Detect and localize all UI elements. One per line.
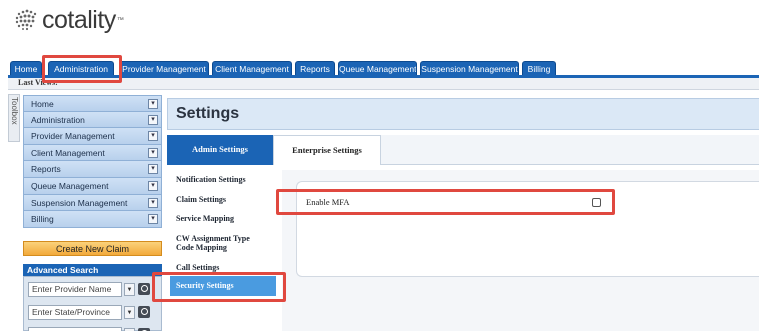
toolbox-label: Toolbox: [10, 97, 19, 125]
chevron-down-icon[interactable]: ▾: [148, 164, 158, 175]
brand-name: cotality: [42, 5, 116, 34]
next-search-row: ▼: [28, 327, 161, 331]
sidebar-item-label: Home: [31, 99, 54, 109]
sidebar-menu: Home ▾ Administration ▾ Provider Managemen…: [23, 95, 162, 228]
enable-mfa-label: Enable MFA: [306, 197, 350, 207]
advanced-search-panel: Enter Provider Name ▼ Enter State/Provin…: [23, 276, 162, 331]
chevron-down-icon[interactable]: ▼: [124, 283, 135, 296]
nav-notification-settings[interactable]: Notification Settings: [170, 175, 276, 184]
nav-cw-assignment-type-code-mapping[interactable]: CW Assignment Type Code Mapping: [170, 234, 266, 252]
page-title: Settings: [176, 105, 240, 122]
nav-claim-settings[interactable]: Claim Settings: [170, 195, 276, 204]
tab-reports[interactable]: Reports: [295, 61, 335, 76]
sidebar-item-suspension-management[interactable]: Suspension Management ▾: [23, 194, 162, 212]
sidebar-item-label: Provider Management: [31, 131, 115, 142]
cotality-logo: cotality ™: [14, 6, 124, 34]
last-views-bar: Last Views:: [8, 78, 759, 90]
chevron-down-icon[interactable]: ▾: [148, 214, 158, 225]
nav-call-settings[interactable]: Call Settings: [170, 263, 276, 272]
chevron-down-icon[interactable]: ▾: [148, 131, 158, 142]
tab-provider-management[interactable]: Provider Management: [119, 61, 209, 76]
state-search-row: Enter State/Province ▼: [28, 305, 161, 320]
tab-client-management[interactable]: Client Management: [212, 61, 292, 76]
trademark: ™: [116, 16, 124, 24]
main-tab-bar: Home Administration Provider Management …: [8, 61, 759, 76]
provider-search-row: Enter Provider Name ▼: [28, 282, 161, 297]
sidebar-item-queue-management[interactable]: Queue Management ▾: [23, 177, 162, 195]
sidebar-item-administration[interactable]: Administration ▾: [23, 111, 162, 129]
last-views-label: Last Views:: [18, 78, 58, 87]
tab-home[interactable]: Home: [10, 61, 42, 76]
tab-suspension-management[interactable]: Suspension Management: [420, 61, 519, 76]
sidebar-item-billing[interactable]: Billing ▾: [23, 211, 162, 228]
sidebar-item-home[interactable]: Home ▾: [23, 95, 162, 112]
sidebar-item-reports[interactable]: Reports ▾: [23, 161, 162, 178]
tab-admin-settings[interactable]: Admin Settings: [167, 135, 273, 165]
sidebar-item-label: Client Management: [31, 147, 105, 158]
nav-security-settings[interactable]: Security Settings: [170, 276, 276, 296]
tab-enterprise-settings[interactable]: Enterprise Settings: [273, 135, 381, 165]
search-icon[interactable]: [138, 306, 150, 318]
tab-queue-management[interactable]: Queue Management: [338, 61, 417, 76]
next-search-input[interactable]: [28, 327, 122, 331]
chevron-down-icon[interactable]: ▾: [148, 99, 158, 109]
nav-service-mapping[interactable]: Service Mapping: [170, 214, 276, 223]
chevron-down-icon[interactable]: ▾: [148, 114, 158, 125]
state-province-input[interactable]: Enter State/Province: [28, 305, 122, 320]
search-icon[interactable]: [138, 283, 150, 295]
sidebar-item-label: Administration: [31, 114, 85, 125]
enable-mfa-row: Enable MFA: [296, 189, 615, 215]
enable-mfa-checkbox[interactable]: [592, 198, 601, 207]
sidebar-item-provider-management[interactable]: Provider Management ▾: [23, 128, 162, 145]
provider-name-input[interactable]: Enter Provider Name: [28, 282, 122, 297]
tab-administration[interactable]: Administration: [48, 61, 114, 76]
create-new-claim-button[interactable]: Create New Claim: [23, 241, 162, 256]
globe-logo-icon: [15, 9, 37, 31]
sidebar-item-label: Suspension Management: [31, 197, 128, 208]
sidebar-item-label: Billing: [31, 214, 54, 225]
toolbox-toggle[interactable]: Toolbox: [8, 94, 20, 142]
settings-header: Settings: [167, 98, 759, 130]
chevron-down-icon[interactable]: ▾: [148, 180, 158, 191]
sidebar-item-label: Queue Management: [31, 180, 109, 191]
sidebar-item-client-management[interactable]: Client Management ▾: [23, 144, 162, 162]
chevron-down-icon[interactable]: ▼: [124, 306, 135, 319]
chevron-down-icon[interactable]: ▾: [148, 147, 158, 158]
tab-billing[interactable]: Billing: [522, 61, 556, 76]
sidebar-item-label: Reports: [31, 164, 61, 175]
settings-subtabs: Admin Settings Enterprise Settings: [167, 135, 759, 165]
chevron-down-icon[interactable]: ▾: [148, 197, 158, 208]
advanced-search-title: Advanced Search: [23, 264, 162, 276]
